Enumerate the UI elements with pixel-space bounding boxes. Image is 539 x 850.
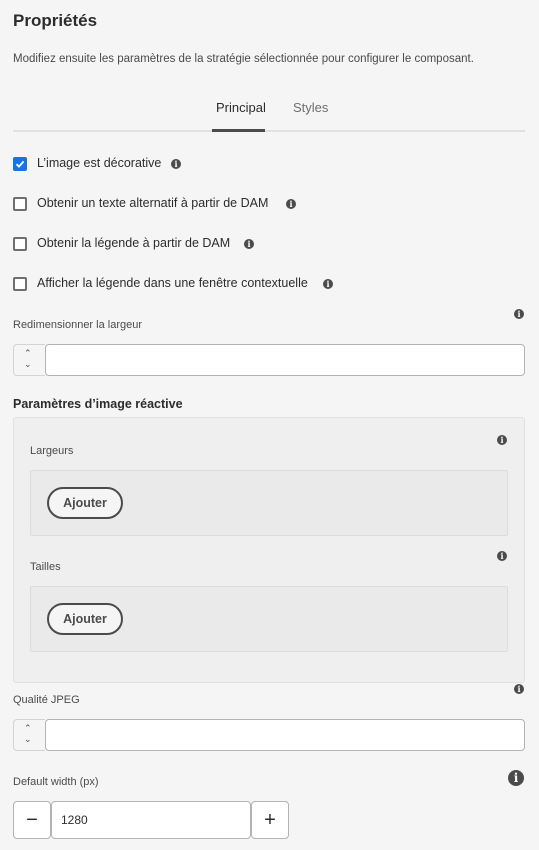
alt-text-dam-checkbox-label: Obtenir un texte alternatif à partir de … (37, 196, 269, 210)
jpeg-quality-stepper[interactable]: ⌃ ⌄ (13, 719, 45, 751)
tab-styles[interactable]: Styles (293, 100, 328, 115)
tab-principal[interactable]: Principal (216, 100, 266, 115)
responsive-section-title: Paramètres d’image réactive (13, 397, 183, 411)
decrement-button[interactable]: − (13, 801, 51, 839)
tab-divider (13, 130, 525, 132)
widths-label: Largeurs (30, 445, 74, 457)
info-icon[interactable]: i (286, 199, 296, 209)
default-width-input[interactable]: 1280 (51, 801, 251, 839)
caption-popup-checkbox-label: Afficher la légende dans une fenêtre con… (37, 276, 308, 290)
chevron-up-icon[interactable]: ⌃ (24, 723, 32, 734)
info-icon[interactable]: i (508, 770, 524, 786)
caption-dam-checkbox-label: Obtenir la légende à partir de DAM (37, 236, 231, 250)
add-width-button[interactable]: Ajouter (47, 487, 123, 519)
info-icon[interactable]: i (323, 279, 333, 289)
resize-width-stepper[interactable]: ⌃ ⌄ (13, 344, 45, 376)
resize-width-input[interactable] (45, 344, 525, 376)
info-icon[interactable]: i (244, 239, 254, 249)
info-icon[interactable]: i (171, 159, 181, 169)
page-description: Modifiez ensuite les paramètres de la st… (13, 53, 474, 65)
alt-text-dam-checkbox[interactable] (13, 197, 27, 211)
caption-popup-checkbox[interactable] (13, 277, 27, 291)
decorative-checkbox[interactable] (13, 157, 27, 171)
jpeg-quality-label: Qualité JPEG (13, 694, 80, 706)
info-icon[interactable]: i (514, 684, 524, 694)
add-size-button[interactable]: Ajouter (47, 603, 123, 635)
default-width-label: Default width (px) (13, 776, 99, 788)
tab-active-indicator (212, 129, 265, 132)
chevron-up-icon[interactable]: ⌃ (24, 348, 32, 359)
increment-button[interactable]: + (251, 801, 289, 839)
jpeg-quality-input[interactable] (45, 719, 525, 751)
page-title: Propriétés (13, 11, 98, 30)
info-icon[interactable]: i (497, 435, 507, 445)
info-icon[interactable]: i (514, 309, 524, 319)
caption-dam-checkbox[interactable] (13, 237, 27, 251)
info-icon[interactable]: i (497, 551, 507, 561)
sizes-label: Tailles (30, 561, 61, 573)
checkmark-icon (15, 160, 25, 168)
chevron-down-icon[interactable]: ⌄ (24, 359, 32, 370)
resize-width-label: Redimensionner la largeur (13, 319, 143, 331)
chevron-down-icon[interactable]: ⌄ (24, 734, 32, 745)
decorative-checkbox-label: L’image est décorative (37, 156, 162, 170)
